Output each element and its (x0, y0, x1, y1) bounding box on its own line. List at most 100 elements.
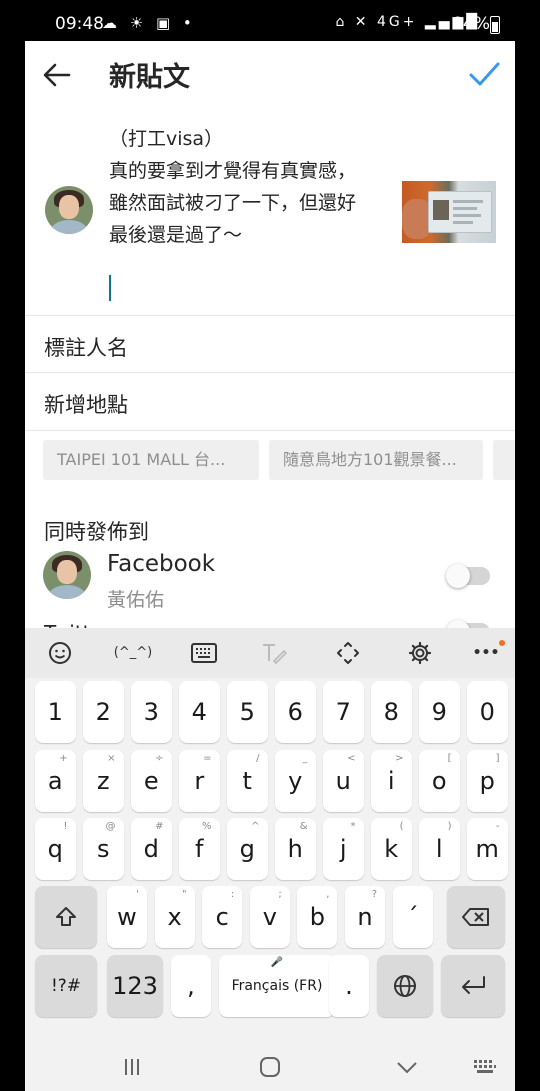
page-title: 新貼文 (109, 62, 190, 93)
key-label: e (143, 767, 159, 795)
key-char[interactable]: h & (275, 818, 316, 880)
shift-key[interactable] (35, 886, 97, 948)
status-bar: 09:48 ☁ ☀ ▣ • ⌂ ✕ 4G+ ▂▄▆█ 84% (0, 0, 540, 44)
keyboard-hide-icon[interactable] (465, 1051, 505, 1084)
key-num[interactable]: 4 (179, 681, 220, 743)
text-cursor (109, 275, 111, 301)
key-secondary-label: ÷ (155, 753, 164, 764)
key-num[interactable]: 5 (227, 681, 268, 743)
key-num[interactable]: 0 (467, 681, 508, 743)
key-char[interactable]: v; (249, 886, 290, 948)
keyboard-icon[interactable] (187, 638, 221, 668)
divider (25, 315, 515, 316)
key-label: 0 (479, 698, 495, 726)
tag-people-option[interactable]: 標註人名 (44, 332, 128, 362)
space-key[interactable]: 🎤 Français (FR) (219, 955, 335, 1017)
key-char[interactable]: g ^ (227, 818, 268, 880)
notification-dot (499, 640, 505, 646)
facebook-avatar (43, 551, 91, 599)
key-char[interactable]: m- (467, 818, 508, 880)
key-label: n (357, 903, 373, 931)
key-label: 1 (47, 698, 63, 726)
key-secondary-label: < (347, 753, 356, 764)
key-char[interactable]: s @ (83, 818, 124, 880)
location-suggestion-chip[interactable]: 隨意鳥地方101觀景餐... (269, 440, 483, 480)
gear-icon[interactable] (403, 638, 437, 668)
key-label: ´ (406, 903, 419, 931)
key-char[interactable]: k( (371, 818, 412, 880)
location-suggestion-chip-partial[interactable] (493, 440, 515, 480)
key-char[interactable]: q! (35, 818, 76, 880)
cursor-move-icon[interactable] (331, 638, 365, 668)
more-icon[interactable]: ••• (469, 638, 505, 668)
key-char[interactable]: y _ (275, 750, 316, 812)
key-char[interactable]: d # (131, 818, 172, 880)
key-secondary-label: ^ (251, 821, 260, 832)
key-label: b (309, 903, 325, 931)
status-time: 09:48 (55, 14, 104, 34)
key-char[interactable]: u < (323, 750, 364, 812)
emoticon-button[interactable]: (^_^) (113, 638, 153, 668)
back-nav-button[interactable] (387, 1051, 427, 1084)
key-label: 2 (95, 698, 111, 726)
key-label: z (96, 767, 110, 795)
key-secondary-label: / (256, 753, 260, 764)
keyboard-toolbar: (^_^) ••• (25, 628, 515, 678)
location-suggestion-chip[interactable]: TAIPEI 101 MALL 台... (43, 440, 259, 480)
enter-key[interactable] (441, 955, 505, 1017)
key-num[interactable]: 2 (83, 681, 124, 743)
period-key[interactable]: . (329, 955, 369, 1017)
key-char[interactable]: l) (419, 818, 460, 880)
key-char[interactable]: e ÷ (131, 750, 172, 812)
key-char[interactable]: b, (297, 886, 338, 948)
post-composer: （打工visa） 真的要拿到才覺得有真實感， 雖然面試被刁了一下，但還好 最後還… (25, 107, 515, 315)
share-to-heading: 同時發佈到 (44, 520, 149, 544)
key-char[interactable]: z × (83, 750, 124, 812)
key-char[interactable]: i > (371, 750, 412, 812)
key-char[interactable]: j * (323, 818, 364, 880)
home-button[interactable] (250, 1051, 290, 1087)
key-char[interactable]: o[ (419, 750, 460, 812)
comma-key[interactable]: , (171, 955, 211, 1017)
key-label: s (96, 835, 110, 863)
key-char[interactable]: x " (154, 886, 195, 948)
key-label: g (239, 835, 255, 863)
facebook-share-toggle[interactable] (446, 564, 490, 588)
key-char[interactable]: t / (227, 750, 268, 812)
key-label: u (335, 767, 351, 795)
key-secondary-label: % (201, 821, 212, 832)
emoji-icon[interactable] (43, 638, 77, 668)
recents-button[interactable] (112, 1051, 152, 1086)
key-num[interactable]: 9 (419, 681, 460, 743)
key-num[interactable]: 3 (131, 681, 172, 743)
language-globe-icon[interactable] (377, 955, 433, 1017)
backspace-key[interactable] (447, 886, 505, 948)
key-label: 9 (431, 698, 447, 726)
symbols-key[interactable]: !?# (35, 955, 97, 1017)
key-num[interactable]: 1 (35, 681, 76, 743)
key-char[interactable]: f% (179, 818, 220, 880)
key-char[interactable]: a + (35, 750, 76, 812)
key-char[interactable]: n? (345, 886, 385, 948)
handwriting-icon (257, 638, 291, 668)
key-num[interactable]: 7 (323, 681, 364, 743)
caption-input[interactable]: （打工visa） 真的要拿到才覺得有真實感， 雖然面試被刁了一下，但還好 最後還… (109, 123, 399, 251)
key-char[interactable]: c: (202, 886, 243, 948)
key-char[interactable]: r = (179, 750, 220, 812)
post-image-thumbnail[interactable] (402, 181, 496, 243)
key-secondary-label: " (181, 889, 187, 900)
key-num[interactable]: 8 (371, 681, 412, 743)
key-secondary-label: ) (447, 821, 452, 832)
key-label: c (215, 903, 229, 931)
back-arrow-icon[interactable] (39, 57, 75, 93)
add-location-option[interactable]: 新增地點 (44, 389, 128, 419)
numbers-key[interactable]: 123 (107, 955, 163, 1017)
key-num[interactable]: 6 (275, 681, 316, 743)
key-label: 7 (335, 698, 351, 726)
key-label: 5 (239, 698, 255, 726)
confirm-check-icon[interactable] (467, 57, 501, 91)
key-char[interactable]: ´ (392, 886, 433, 948)
key-char[interactable]: w ' (107, 886, 147, 948)
key-secondary-label: ; (278, 889, 282, 900)
key-char[interactable]: p] (467, 750, 508, 812)
